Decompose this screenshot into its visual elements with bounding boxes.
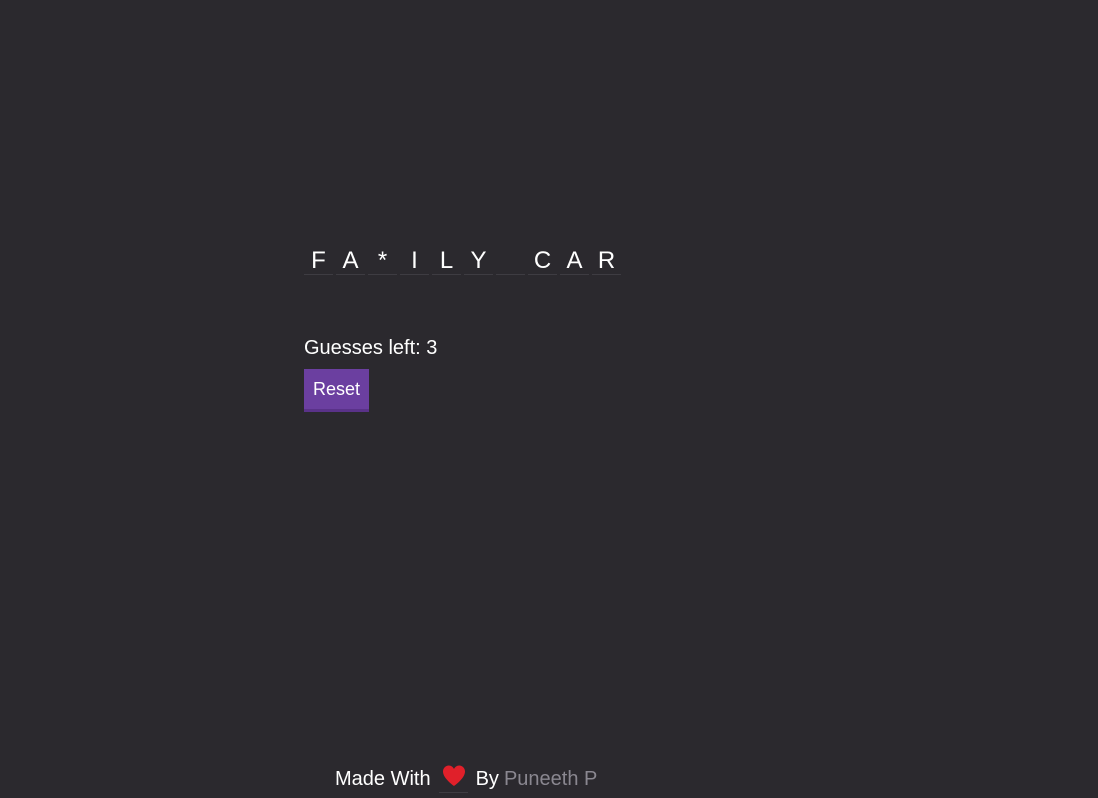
heart-icon [438,764,468,793]
puzzle-letter: Y [464,244,493,275]
reset-button[interactable]: Reset [304,369,369,412]
by-text: By [475,767,499,790]
puzzle-letter: * [368,244,397,275]
puzzle-letter: C [528,244,557,275]
puzzle-letter: L [432,244,461,275]
puzzle-letter: I [400,244,429,275]
puzzle-letter: R [592,244,621,275]
made-with-text: Made With [335,767,431,790]
guesses-left: Guesses left: 3 [304,337,438,359]
author-link[interactable]: Puneeth P [504,765,597,793]
puzzle-letter: F [304,244,333,275]
puzzle-letter [496,244,525,275]
footer: Made With By Puneeth P [335,764,597,793]
puzzle-letter: A [336,244,365,275]
game-container: F A * I L Y C A R Guesses left: 3 Reset [304,244,621,412]
puzzle-word: F A * I L Y C A R [304,244,621,276]
puzzle-letter: A [560,244,589,275]
